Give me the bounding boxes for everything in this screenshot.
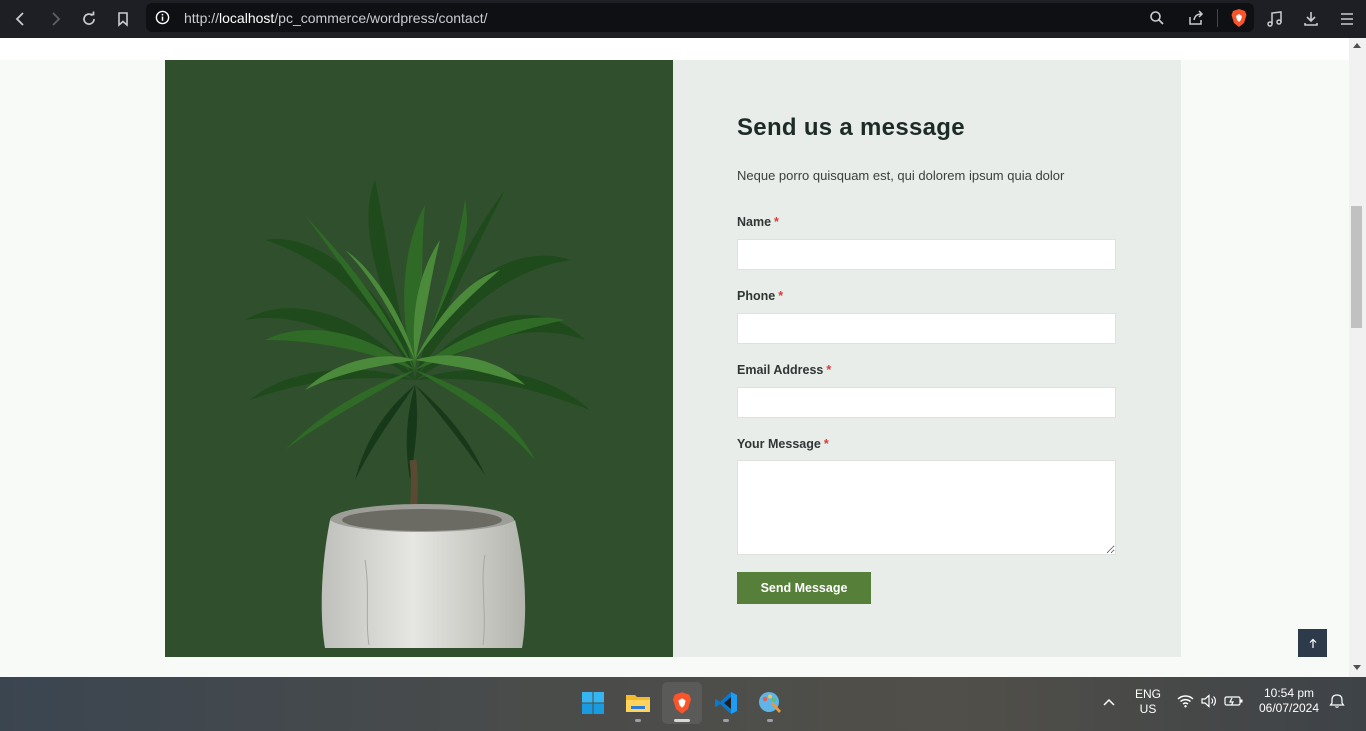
name-label: Name *	[737, 215, 779, 229]
plant-image	[245, 180, 590, 648]
notification-icon[interactable]	[1329, 693, 1345, 709]
language-indicator[interactable]: ENG US	[1130, 687, 1166, 717]
file-explorer-icon	[626, 695, 650, 712]
message-textarea[interactable]	[737, 460, 1116, 555]
language-code: ENG	[1134, 687, 1161, 701]
message-label-text: Your Message	[737, 437, 821, 451]
page-scrollbar[interactable]	[1349, 38, 1366, 677]
paint-icon	[759, 692, 781, 713]
app-indicator	[635, 719, 641, 722]
bookmark-button[interactable]	[106, 2, 140, 36]
start-button[interactable]	[573, 682, 613, 724]
email-label-text: Email Address	[737, 363, 824, 377]
message-label: Your Message *	[737, 437, 829, 451]
tray-chevron-icon[interactable]	[1102, 697, 1116, 707]
battery-icon[interactable]	[1224, 694, 1244, 708]
arrow-up-icon	[1309, 638, 1316, 648]
phone-input[interactable]	[737, 313, 1116, 344]
taskbar-vscode[interactable]	[706, 682, 746, 724]
brave-shield-icon[interactable]	[1230, 8, 1248, 28]
app-indicator	[723, 719, 729, 722]
phone-label-text: Phone	[737, 289, 776, 303]
address-bar[interactable]: http://localhost/pc_commerce/wordpress/c…	[146, 3, 1254, 32]
send-message-button[interactable]: Send Message	[737, 572, 871, 604]
zoom-icon[interactable]	[1149, 10, 1165, 26]
scroll-up-arrow[interactable]	[1353, 43, 1361, 48]
back-icon	[15, 12, 24, 26]
url-host: localhost	[219, 9, 275, 26]
download-icon[interactable]	[1302, 10, 1320, 28]
reload-icon	[83, 11, 95, 25]
browser-toolbar: http://localhost/pc_commerce/wordpress/c…	[0, 0, 1366, 38]
contact-form-panel: Send us a message Neque porro quisquam e…	[673, 60, 1181, 657]
menu-icon[interactable]	[1338, 10, 1356, 28]
email-label: Email Address *	[737, 363, 831, 377]
scroll-down-arrow[interactable]	[1353, 665, 1361, 670]
forward-button[interactable]	[38, 2, 72, 36]
brave-browser-icon	[673, 692, 691, 714]
scroll-thumb[interactable]	[1351, 206, 1362, 328]
clock-time: 10:54 pm	[1263, 686, 1315, 700]
email-input[interactable]	[737, 387, 1116, 418]
windows-taskbar: ENG US 10:54 pm 06/07/2024	[0, 677, 1366, 731]
back-to-top-button[interactable]	[1298, 629, 1327, 657]
form-subtitle: Neque porro quisquam est, qui dolorem ip…	[737, 168, 1065, 183]
page-viewport: Send us a message Neque porro quisquam e…	[0, 38, 1349, 677]
required-mark: *	[774, 215, 779, 229]
taskbar-paint[interactable]	[750, 682, 790, 724]
taskbar-file-explorer[interactable]	[618, 682, 658, 724]
reload-button[interactable]	[72, 2, 106, 36]
form-title: Send us a message	[737, 114, 965, 141]
clock[interactable]: 10:54 pm 06/07/2024	[1254, 686, 1324, 716]
region-code: US	[1139, 702, 1157, 716]
required-mark: *	[826, 363, 832, 377]
name-input[interactable]	[737, 239, 1116, 270]
url-text: http://localhost/pc_commerce/wordpress/c…	[184, 10, 488, 26]
required-mark: *	[823, 437, 829, 451]
phone-label: Phone *	[737, 289, 783, 303]
app-indicator-active	[674, 719, 690, 722]
share-icon[interactable]	[1187, 9, 1205, 26]
toolbar-divider	[1217, 8, 1218, 27]
url-path: /pc_commerce/wordpress/contact/	[274, 9, 488, 26]
site-info-button[interactable]	[147, 10, 177, 25]
forward-icon	[52, 12, 61, 26]
back-button[interactable]	[4, 2, 38, 36]
taskbar-brave[interactable]	[662, 682, 702, 724]
app-indicator	[767, 719, 773, 722]
url-prefix: http://	[184, 9, 220, 26]
bookmark-icon	[118, 12, 128, 27]
info-icon	[155, 10, 169, 25]
volume-icon[interactable]	[1200, 694, 1217, 708]
plant-image-panel	[165, 60, 673, 657]
wifi-icon[interactable]	[1177, 694, 1194, 708]
media-icon[interactable]	[1266, 10, 1284, 28]
clock-date: 06/07/2024	[1258, 701, 1320, 715]
windows-start-icon	[582, 692, 604, 714]
name-label-text: Name	[737, 215, 772, 229]
header-strip	[0, 38, 1349, 60]
vscode-icon	[715, 692, 737, 714]
required-mark: *	[778, 289, 784, 303]
